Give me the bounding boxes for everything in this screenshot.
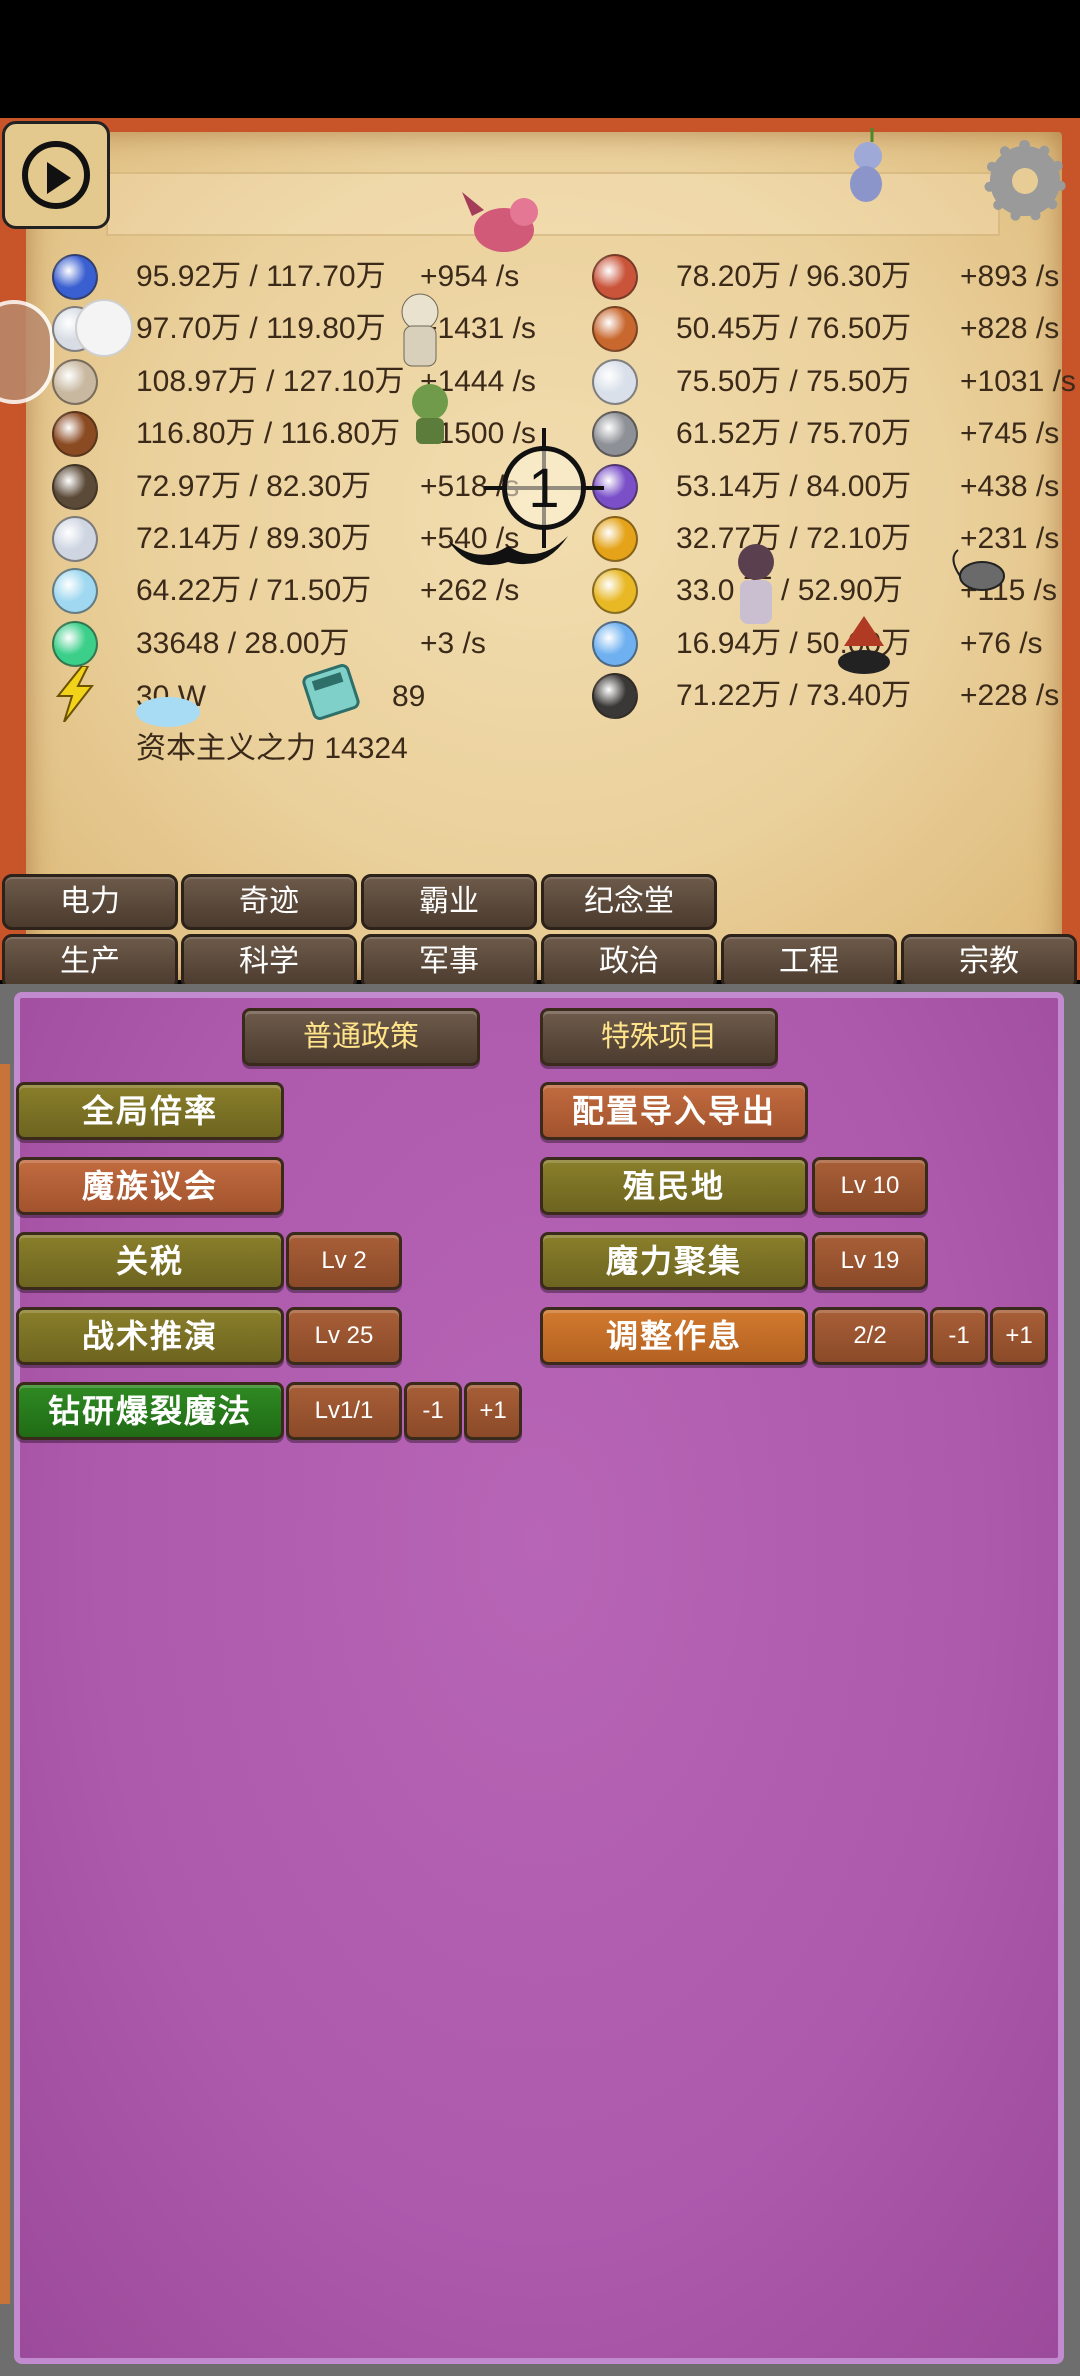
tab-science[interactable]: 科学 <box>181 934 357 990</box>
witch-sprite <box>838 616 890 674</box>
adjust-rest-level: 2/2 <box>812 1307 928 1365</box>
burst-magic-plus-button[interactable]: +1 <box>464 1382 522 1440</box>
tab-religion[interactable]: 宗教 <box>901 934 1077 990</box>
right-resource-row: 50.45万 / 76.50万 +828 /s <box>0 306 1080 356</box>
tab-hegemony[interactable]: 霸业 <box>361 874 537 930</box>
right-resource-amount: 53.14万 / 84.00万 <box>676 469 912 503</box>
demon-council-button[interactable]: 魔族议会 <box>16 1157 284 1215</box>
right-resource-row: 16.94万 / 50.00万 +76 /s <box>0 620 1080 671</box>
colony-button[interactable]: 殖民地 <box>540 1157 808 1215</box>
right-resource-rate: +828 /s <box>960 312 1060 346</box>
burst-magic-minus-button[interactable]: -1 <box>404 1382 462 1440</box>
tab-electricity[interactable]: 电力 <box>2 874 178 930</box>
colony-level: Lv 10 <box>812 1157 928 1215</box>
ghost-sprite <box>75 299 133 357</box>
crosshair-number: 1 <box>528 456 560 519</box>
right-resource-rate: +745 /s <box>960 417 1060 451</box>
config-import-export-button[interactable]: 配置导入导出 <box>540 1082 808 1140</box>
tab-engineering[interactable]: 工程 <box>721 934 897 990</box>
play-button[interactable] <box>2 121 110 229</box>
rat-sprite <box>952 549 1005 591</box>
right-resource-rate: +893 /s <box>960 260 1060 293</box>
tariff-level: Lv 2 <box>286 1232 402 1290</box>
right-resource-rate: +228 /s <box>960 679 1060 713</box>
right-resource-rate: +1031 /s <box>960 364 1076 398</box>
mummy-sprite <box>401 293 439 367</box>
status-bar <box>0 0 1080 118</box>
burst-magic-level: Lv1/1 <box>286 1382 402 1440</box>
right-resource-rate: +76 /s <box>960 626 1043 660</box>
mana-gather-button[interactable]: 魔力聚集 <box>540 1232 808 1290</box>
diamond-icon <box>592 620 638 667</box>
right-resource-amount: 71.22万 / 73.40万 <box>676 679 912 713</box>
capitalism-power: 资本主义之力 14324 <box>136 732 408 765</box>
gold-coin-icon <box>592 516 638 562</box>
girl-sprite <box>738 544 774 624</box>
dragon-sprite <box>462 192 538 252</box>
gold-bar-icon <box>592 568 638 615</box>
crosshair-marker[interactable]: 1 <box>484 428 604 548</box>
adjust-rest-plus-button[interactable]: +1 <box>990 1307 1048 1365</box>
burst-magic-button[interactable]: 钻研爆裂魔法 <box>16 1382 284 1440</box>
tab-wonders[interactable]: 奇迹 <box>181 874 357 930</box>
right-resource-amount: 32.77万 / 72.10万 <box>676 522 912 555</box>
adjust-rest-minus-button[interactable]: -1 <box>930 1307 988 1365</box>
lightning-icon <box>55 666 95 722</box>
slime-sprite <box>136 697 200 727</box>
tab-normal-policy[interactable]: 普通政策 <box>242 1008 480 1066</box>
goblin-sprite <box>412 384 448 444</box>
crystal-icon <box>592 358 638 405</box>
right-resource-rate: +438 /s <box>960 469 1060 503</box>
gear-icon[interactable] <box>984 140 1066 222</box>
wood-log-icon <box>592 306 638 353</box>
tactics-level: Lv 25 <box>286 1307 402 1365</box>
mana-gather-level: Lv 19 <box>812 1232 928 1290</box>
tab-politics[interactable]: 政治 <box>541 934 717 990</box>
iron-ingot-icon <box>592 411 638 458</box>
right-resource-amount: 78.20万 / 96.30万 <box>676 260 912 293</box>
tactics-button[interactable]: 战术推演 <box>16 1307 284 1365</box>
right-resource-amount: 61.52万 / 75.70万 <box>676 417 912 451</box>
meat-icon <box>592 254 638 300</box>
tab-memorial[interactable]: 纪念堂 <box>541 874 717 930</box>
tariff-button[interactable]: 关税 <box>16 1232 284 1290</box>
coal-icon <box>592 673 638 720</box>
right-resource-amount: 50.45万 / 76.50万 <box>676 312 912 346</box>
right-resource-amount: 75.50万 / 75.50万 <box>676 364 912 398</box>
monkey-sprite <box>850 128 882 202</box>
adjust-rest-button[interactable]: 调整作息 <box>540 1307 808 1365</box>
tab-special-projects[interactable]: 特殊项目 <box>540 1008 778 1066</box>
calculator-value: 89 <box>392 680 426 713</box>
tab-production[interactable]: 生产 <box>2 934 178 990</box>
global-rate-button[interactable]: 全局倍率 <box>16 1082 284 1140</box>
right-resource-row: 75.50万 / 75.50万 +1031 /s <box>0 358 1080 409</box>
right-resource-row: 78.20万 / 96.30万 +893 /s <box>0 254 1080 304</box>
calculator-icon <box>302 664 360 720</box>
right-resource-amount: 33.0 万 / 52.90万 <box>676 574 903 608</box>
tab-military[interactable]: 军事 <box>361 934 537 990</box>
